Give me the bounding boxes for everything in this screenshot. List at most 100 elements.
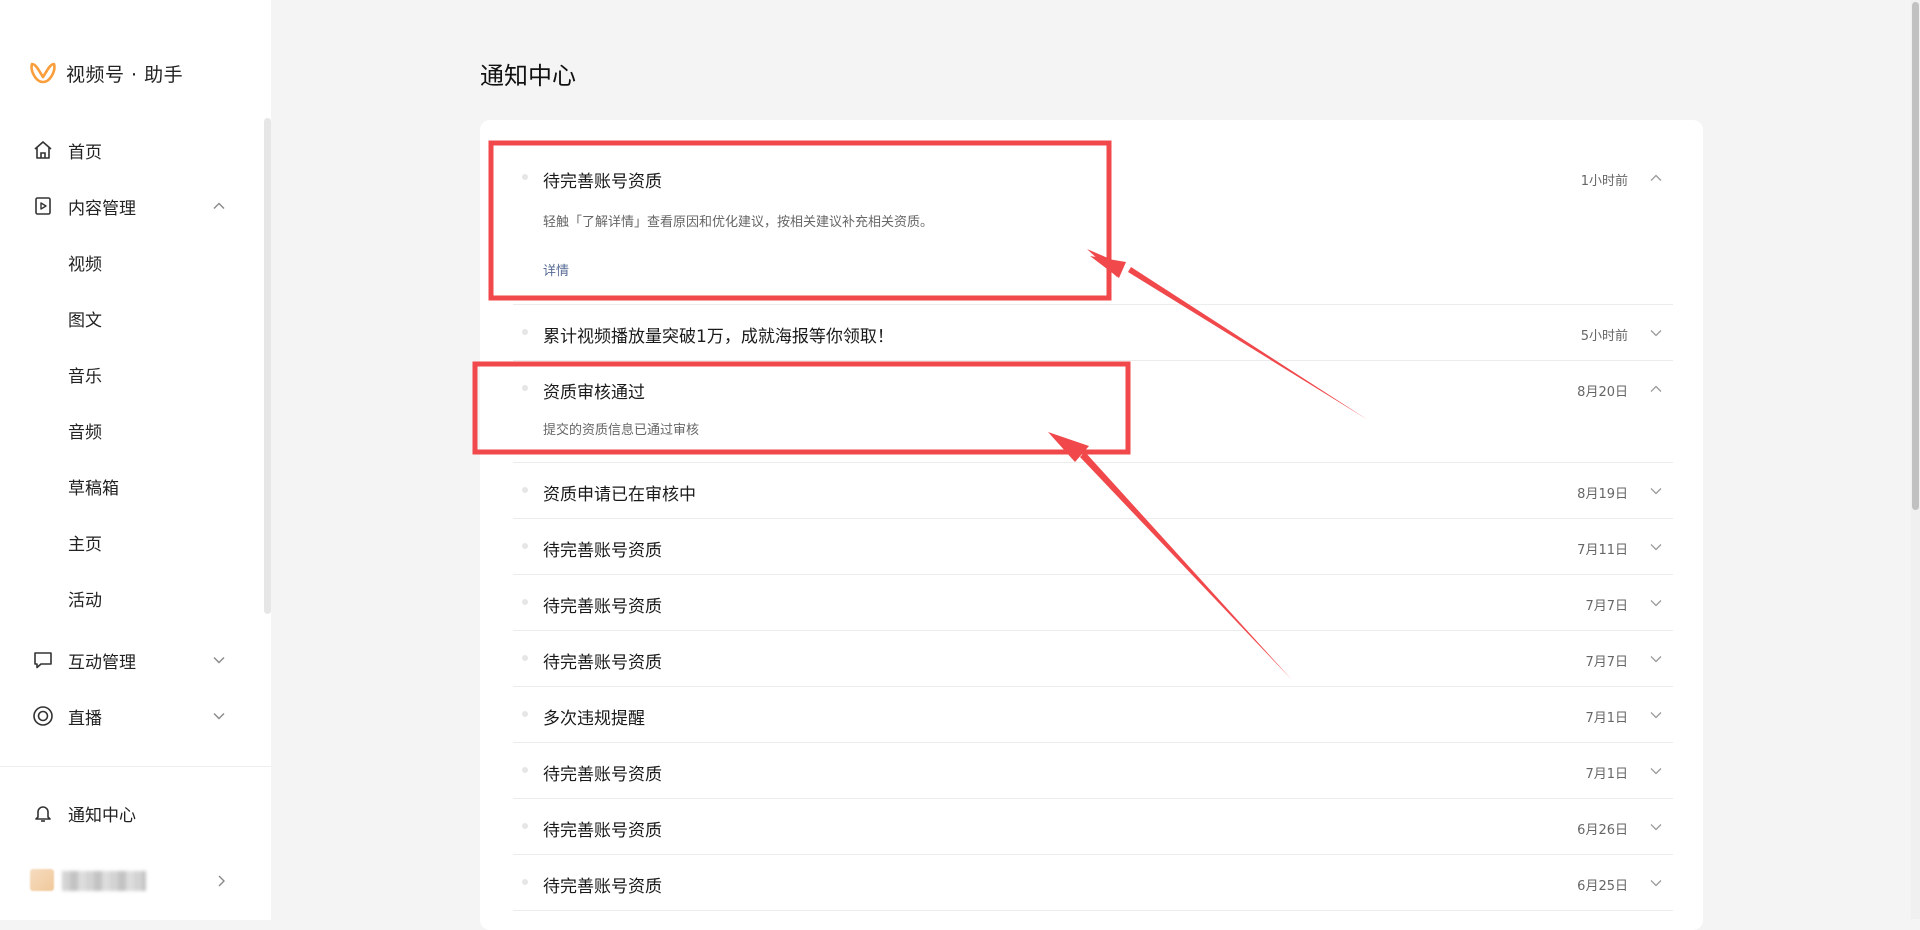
chevron-down-icon[interactable] — [212, 709, 226, 723]
notification-title: 待完善账号资质 — [543, 172, 662, 192]
notification-item[interactable]: 待完善账号资质 1小时前 轻触「了解详情」查看原因和优化建议，按相关建议补充相关… — [513, 120, 1673, 305]
notification-time: 8月19日 — [1577, 487, 1628, 502]
sidebar-subitem-label: 视频 — [68, 254, 102, 275]
chevron-down-icon[interactable] — [1649, 820, 1663, 834]
account-row[interactable] — [0, 859, 271, 903]
sidebar-subitem-label: 音频 — [68, 422, 102, 443]
sidebar-item-label: 互动管理 — [68, 652, 136, 673]
chevron-down-icon[interactable] — [212, 653, 226, 667]
notification-time: 6月26日 — [1577, 823, 1628, 838]
notification-title: 待完善账号资质 — [543, 877, 662, 897]
unread-dot — [522, 599, 528, 605]
notification-title: 资质申请已在审核中 — [543, 485, 696, 505]
notification-time: 5小时前 — [1580, 329, 1628, 344]
notification-title: 资质审核通过 — [543, 383, 645, 403]
sidebar-subitem-label: 图文 — [68, 310, 102, 331]
avatar — [30, 869, 54, 891]
sidebar-subitem-activity[interactable]: 活动 — [0, 576, 271, 620]
sidebar-subitem-audio[interactable]: 音频 — [0, 408, 271, 452]
sidebar-subitem-video[interactable]: 视频 — [0, 240, 271, 284]
notification-time: 6月25日 — [1577, 879, 1628, 894]
sidebar-subitem-homepage[interactable]: 主页 — [0, 520, 271, 564]
unread-dot — [522, 385, 528, 391]
sidebar-subitem-music[interactable]: 音乐 — [0, 352, 271, 396]
notification-title: 待完善账号资质 — [543, 765, 662, 785]
unread-dot — [522, 655, 528, 661]
notification-time: 7月7日 — [1585, 599, 1628, 614]
unread-dot — [522, 767, 528, 773]
chevron-down-icon[interactable] — [1649, 764, 1663, 778]
home-icon — [32, 139, 54, 161]
sidebar-subitem-label: 草稿箱 — [68, 478, 119, 499]
notification-time: 7月11日 — [1577, 543, 1628, 558]
sidebar-bottom: 通知中心 — [0, 766, 271, 920]
brand-logo-icon — [30, 62, 56, 84]
unread-dot — [522, 487, 528, 493]
sidebar-item-home[interactable]: 首页 — [0, 128, 271, 172]
sidebar-subitem-label: 音乐 — [68, 366, 102, 387]
notification-item[interactable]: 资质审核通过 8月20日 提交的资质信息已通过审核 — [513, 360, 1673, 463]
notification-time: 7月1日 — [1585, 767, 1628, 782]
sidebar-item-label: 首页 — [68, 142, 102, 163]
notification-title: 待完善账号资质 — [543, 597, 662, 617]
notification-item[interactable]: 多次违规提醒 7月1日 — [513, 686, 1673, 743]
sidebar-subitem-label: 活动 — [68, 590, 102, 611]
notification-title: 待完善账号资质 — [543, 821, 662, 841]
chevron-up-icon[interactable] — [212, 199, 226, 213]
notification-item[interactable]: 待完善账号资质 7月7日 — [513, 574, 1673, 631]
sidebar-subitem-label: 主页 — [68, 534, 102, 555]
notification-time: 7月1日 — [1585, 711, 1628, 726]
unread-dot — [522, 174, 528, 180]
notification-description: 轻触「了解详情」查看原因和优化建议，按相关建议补充相关资质。 — [543, 215, 934, 230]
notification-item[interactable]: 待完善账号资质 6月25日 — [513, 854, 1673, 911]
chevron-down-icon[interactable] — [1649, 540, 1663, 554]
notification-time: 1小时前 — [1580, 174, 1628, 189]
chevron-down-icon[interactable] — [1649, 484, 1663, 498]
chevron-down-icon[interactable] — [1649, 652, 1663, 666]
sidebar-item-live[interactable]: 直播 — [0, 694, 271, 738]
notification-item[interactable]: 待完善账号资质 6月26日 — [513, 798, 1673, 855]
notification-time: 8月20日 — [1577, 385, 1628, 400]
notification-item[interactable]: 资质申请已在审核中 8月19日 — [513, 462, 1673, 519]
bell-icon — [32, 802, 54, 824]
brand-name: 视频号 · 助手 — [66, 63, 184, 86]
sidebar-item-label: 通知中心 — [68, 805, 136, 826]
sidebar-scrollbar[interactable] — [264, 118, 271, 614]
notification-item[interactable]: 待完善账号资质 7月7日 — [513, 630, 1673, 687]
play-square-icon — [32, 195, 54, 217]
live-icon — [32, 705, 54, 727]
page-scrollbar-thumb[interactable] — [1912, 2, 1919, 510]
details-link[interactable]: 详情 — [543, 260, 569, 279]
chevron-up-icon[interactable] — [1649, 171, 1663, 185]
chevron-up-icon[interactable] — [1649, 382, 1663, 396]
sidebar-item-content[interactable]: 内容管理 — [0, 184, 271, 228]
notification-title: 待完善账号资质 — [543, 541, 662, 561]
unread-dot — [522, 823, 528, 829]
unread-dot — [522, 879, 528, 885]
chevron-down-icon[interactable] — [1649, 596, 1663, 610]
notification-item[interactable]: 累计视频播放量突破1万，成就海报等你领取！ 5小时前 — [513, 304, 1673, 361]
unread-dot — [522, 329, 528, 335]
unread-dot — [522, 543, 528, 549]
sidebar-item-label: 内容管理 — [68, 198, 136, 219]
chevron-down-icon[interactable] — [1649, 326, 1663, 340]
sidebar-subitem-article[interactable]: 图文 — [0, 296, 271, 340]
page-title: 通知中心 — [480, 62, 576, 90]
notification-title: 累计视频播放量突破1万，成就海报等你领取！ — [543, 327, 894, 347]
notification-description: 提交的资质信息已通过审核 — [543, 423, 700, 438]
account-name-blurred — [62, 871, 146, 891]
notification-time: 7月7日 — [1585, 655, 1628, 670]
sidebar-item-interaction[interactable]: 互动管理 — [0, 638, 271, 682]
unread-dot — [522, 711, 528, 717]
notification-item[interactable]: 待完善账号资质 7月11日 — [513, 518, 1673, 575]
chevron-down-icon[interactable] — [1649, 708, 1663, 722]
sidebar-item-notifications[interactable]: 通知中心 — [0, 791, 271, 835]
comment-icon — [32, 649, 54, 671]
notification-title: 待完善账号资质 — [543, 653, 662, 673]
notification-list: 待完善账号资质 1小时前 轻触「了解详情」查看原因和优化建议，按相关建议补充相关… — [480, 120, 1703, 930]
sidebar-subitem-drafts[interactable]: 草稿箱 — [0, 464, 271, 508]
chevron-right-icon — [218, 875, 225, 887]
chevron-down-icon[interactable] — [1649, 876, 1663, 890]
notification-item[interactable]: 待完善账号资质 7月1日 — [513, 742, 1673, 799]
brand[interactable]: 视频号 · 助手 — [30, 58, 183, 88]
